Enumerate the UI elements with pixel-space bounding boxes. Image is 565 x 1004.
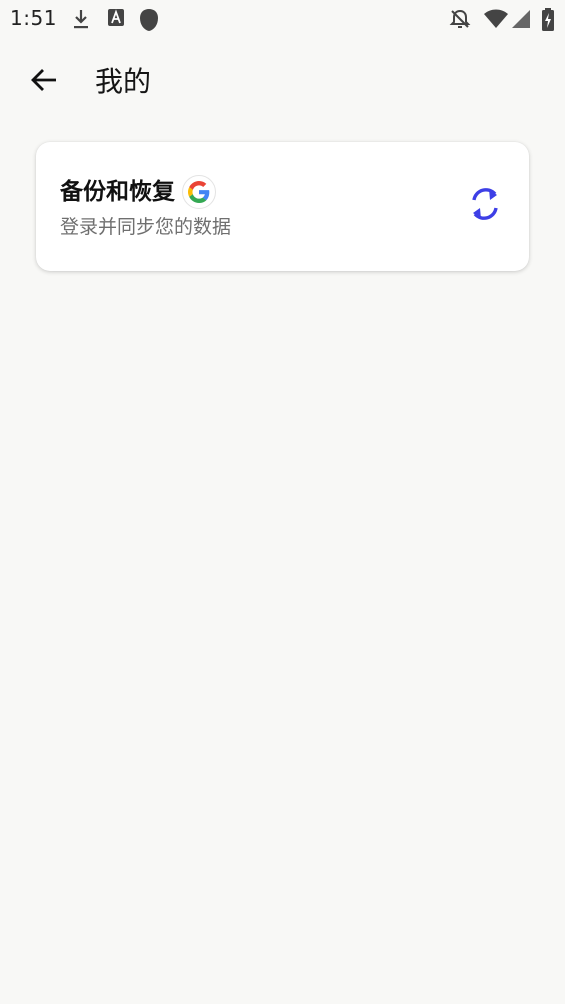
wifi-icon xyxy=(483,8,509,34)
battery-charging-icon xyxy=(541,8,555,36)
back-button[interactable] xyxy=(22,62,66,102)
status-bar: 1:51 xyxy=(0,0,565,38)
sync-icon xyxy=(468,185,502,227)
app-bar: 我的 xyxy=(0,50,565,114)
a-notification-icon xyxy=(107,8,125,32)
arrow-left-icon xyxy=(30,67,58,97)
shield-icon xyxy=(139,8,159,36)
backup-restore-card[interactable]: 备份和恢复 登录并同步您的数据 xyxy=(36,142,529,271)
page-title: 我的 xyxy=(95,65,152,98)
bell-off-icon xyxy=(449,8,471,34)
signal-icon xyxy=(510,8,532,34)
google-logo-icon xyxy=(182,175,216,209)
card-subtitle: 登录并同步您的数据 xyxy=(60,216,232,238)
download-icon xyxy=(72,8,90,34)
card-title: 备份和恢复 xyxy=(60,179,175,205)
card-title-row: 备份和恢复 xyxy=(60,174,216,210)
status-time: 1:51 xyxy=(10,6,57,30)
sync-button[interactable] xyxy=(465,186,505,226)
